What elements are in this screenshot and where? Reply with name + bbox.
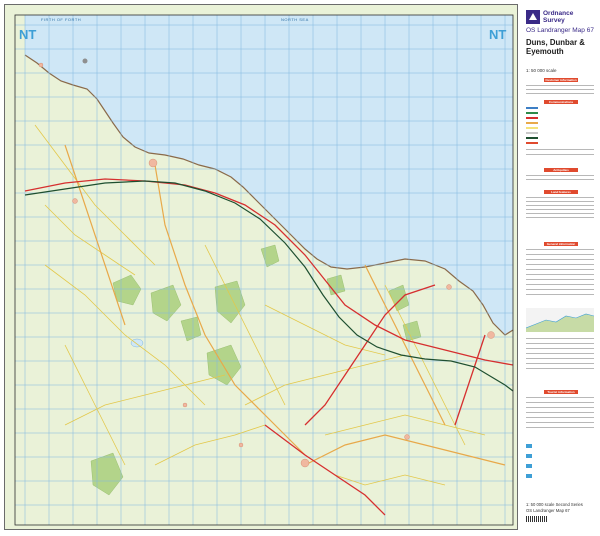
legend-row <box>526 289 594 290</box>
legend-row <box>526 397 594 398</box>
legend-row <box>526 89 594 90</box>
legend-swatch-b-road <box>526 122 538 124</box>
grid-square-label-nw: NT <box>19 27 37 42</box>
legend-swatch-primary-route <box>526 112 538 114</box>
legend-row <box>526 254 594 255</box>
legend-row <box>526 269 594 270</box>
legend-row <box>526 363 594 364</box>
legend-icon <box>526 454 532 458</box>
legend-row <box>526 217 594 218</box>
map-series: OS Landranger Map 67 <box>526 27 594 34</box>
legend-row <box>526 201 594 202</box>
legend-row <box>526 197 594 198</box>
legend-row <box>526 402 594 403</box>
map-area[interactable]: NT NT FIRTH OF FORTH NORTH SEA <box>4 4 518 530</box>
sea-name-label: NORTH SEA <box>281 17 309 22</box>
legend-panel: Ordnance Survey OS Landranger Map 67 Dun… <box>522 4 596 528</box>
legend-row <box>526 358 594 359</box>
town-marker <box>72 198 78 204</box>
legend-row <box>526 259 594 260</box>
town-marker <box>238 442 244 448</box>
legend-swatch-motorway <box>526 107 538 109</box>
legend-row <box>526 368 594 369</box>
legend-icon <box>526 464 532 468</box>
legend-swatch-a-road <box>526 117 538 119</box>
legend-row <box>526 209 594 210</box>
relief-profile <box>526 308 594 332</box>
legend-panel-heading: Communications <box>544 100 578 104</box>
brand-name-line1: Ordnance <box>543 10 574 17</box>
legend-row <box>526 149 594 150</box>
legend-row <box>526 249 594 250</box>
scale-text: 1: 50 000 scale <box>526 68 557 73</box>
map-title: Duns, Dunbar & Eyemouth <box>526 38 596 56</box>
town-marker <box>404 434 410 440</box>
town-marker <box>148 158 158 168</box>
town-marker <box>300 458 310 468</box>
grid-square-label-ne: NT <box>489 27 507 42</box>
brand-name-line2: Survey <box>543 17 565 24</box>
legend-row <box>526 343 594 344</box>
legend-row <box>526 284 594 285</box>
legend-panel-heading: Tourist information <box>544 390 578 394</box>
map-title-line: Eyemouth <box>526 46 564 56</box>
legend-row <box>526 85 594 86</box>
legend-row <box>526 407 594 408</box>
footer-series-text: 1: 50 000 scale Second Series <box>526 502 583 507</box>
loch <box>130 338 144 348</box>
footer-map-number: OS Landranger Map 67 <box>526 508 570 513</box>
legend-row <box>526 213 594 214</box>
legend-panel-heading: Customer information <box>544 78 578 82</box>
topographic-map[interactable] <box>5 5 517 529</box>
legend-row <box>526 154 594 155</box>
legend-row <box>526 412 594 413</box>
legend-row <box>526 348 594 349</box>
legend-row <box>526 294 594 295</box>
legend-panel-heading: Land features <box>544 190 578 194</box>
sea-name-label: FIRTH OF FORTH <box>41 17 82 22</box>
legend-swatch-minor-road <box>526 127 538 129</box>
legend-row <box>526 93 594 94</box>
legend-swatch-path <box>526 142 538 144</box>
legend-row <box>526 175 594 176</box>
island <box>82 58 88 64</box>
ordnance-survey-logo-icon <box>526 10 540 24</box>
legend-row <box>526 179 594 180</box>
legend-panel-heading: General information <box>544 242 578 246</box>
legend-row <box>526 205 594 206</box>
legend-swatch-railway <box>526 137 538 139</box>
legend-row <box>526 274 594 275</box>
legend-icon <box>526 444 532 448</box>
town-marker <box>38 62 44 68</box>
legend-row <box>526 264 594 265</box>
town-marker <box>182 402 188 408</box>
legend-panel-heading: Antiquities <box>544 168 578 172</box>
town-marker <box>487 331 495 339</box>
legend-row <box>526 338 594 339</box>
legend-row <box>526 427 594 428</box>
legend-row <box>526 353 594 354</box>
town-marker <box>446 284 452 290</box>
legend-swatch-track <box>526 132 538 134</box>
legend-row <box>526 417 594 418</box>
legend-row <box>526 422 594 423</box>
barcode <box>526 516 548 522</box>
legend-row <box>526 279 594 280</box>
legend-icon <box>526 474 532 478</box>
